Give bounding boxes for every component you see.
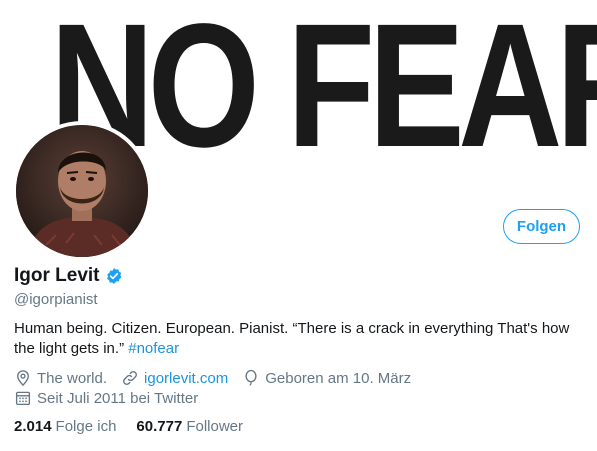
- profile-avatar[interactable]: [12, 121, 152, 261]
- avatar-photo: [16, 125, 148, 257]
- bio-text: Human being. Citizen. European. Pianist.…: [14, 320, 570, 357]
- website-item: igorlevit.com: [121, 369, 228, 387]
- birthday-text: Geboren am 10. März: [265, 369, 412, 387]
- website-link[interactable]: igorlevit.com: [144, 370, 228, 387]
- followers-label: Follower: [186, 418, 243, 435]
- profile-bio: Human being. Citizen. European. Pianist.…: [14, 319, 589, 359]
- display-name: Igor Levit: [14, 265, 100, 286]
- profile-handle: @igorpianist: [14, 291, 98, 308]
- joined-text: Seit Juli 2011 bei Twitter: [37, 389, 199, 407]
- location-text: The world.: [37, 369, 108, 387]
- balloon-icon: [245, 369, 257, 386]
- birthday-item: Geboren am 10. März: [242, 369, 411, 387]
- location-item: The world.: [14, 369, 107, 387]
- avatar-portrait-image: [16, 125, 148, 257]
- profile-meta-row: The world. igorlevit.com Geboren am 10. …: [14, 369, 425, 387]
- bio-hashtag-link[interactable]: #nofear: [128, 340, 179, 357]
- follow-button[interactable]: Folgen: [503, 209, 580, 244]
- joined-item: Seit Juli 2011 bei Twitter: [14, 389, 198, 407]
- location-pin-icon: [17, 370, 29, 387]
- followers-stat-link[interactable]: 60.777 Follower: [136, 418, 243, 435]
- followers-count: 60.777: [136, 418, 183, 435]
- verified-badge-icon: [105, 267, 123, 285]
- profile-name-row: Igor Levit: [14, 265, 123, 287]
- profile-joined-row: Seit Juli 2011 bei Twitter: [14, 389, 212, 407]
- link-icon: [123, 371, 137, 385]
- calendar-icon: [15, 391, 31, 406]
- following-count: 2.014: [14, 418, 52, 435]
- following-stat-link[interactable]: 2.014 Folge ich: [14, 418, 116, 435]
- profile-stats: 2.014 Folge ich 60.777 Follower: [14, 418, 263, 435]
- following-label: Folge ich: [55, 418, 117, 435]
